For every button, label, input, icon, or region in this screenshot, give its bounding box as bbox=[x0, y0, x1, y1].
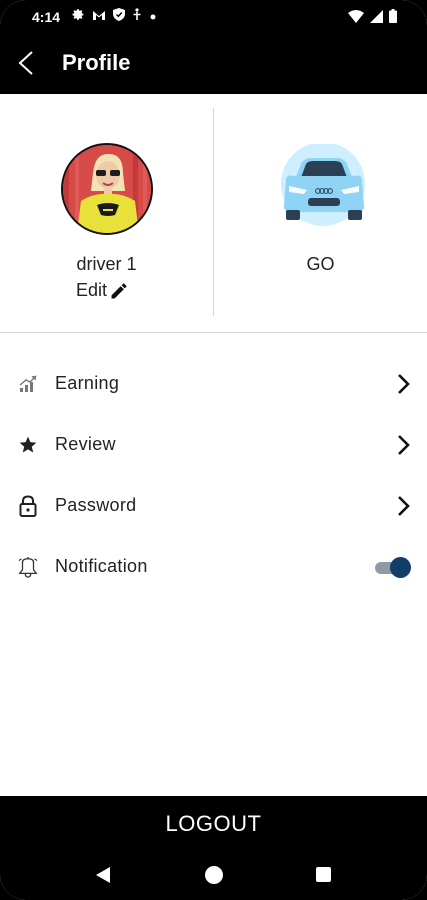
signal-icon bbox=[370, 9, 383, 28]
chevron-right-icon bbox=[398, 434, 410, 455]
lock-icon bbox=[17, 494, 39, 517]
app-header: Profile bbox=[0, 34, 427, 94]
status-bar: 4:14 bbox=[0, 0, 427, 34]
driver-profile: driver 1 Edit bbox=[0, 94, 213, 332]
gear-icon bbox=[72, 8, 85, 26]
menu-item-earning[interactable]: Earning bbox=[0, 353, 427, 414]
menu-item-label: Review bbox=[55, 434, 116, 454]
top-bar: 4:14 Profile bbox=[0, 0, 427, 94]
gmail-icon bbox=[92, 8, 106, 26]
back-arrow-icon bbox=[18, 51, 33, 75]
menu-item-label: Earning bbox=[55, 373, 120, 393]
vehicle-section: GO bbox=[214, 94, 427, 332]
wifi-icon bbox=[348, 9, 364, 28]
vehicle-label: GO bbox=[306, 254, 335, 274]
battery-icon bbox=[389, 9, 397, 28]
status-right-icons bbox=[348, 9, 397, 28]
chevron-right-icon bbox=[398, 495, 410, 516]
dot-icon bbox=[149, 8, 157, 26]
driver-name: driver 1 bbox=[76, 254, 137, 274]
nav-recents-icon[interactable] bbox=[316, 867, 331, 882]
nav-home-icon[interactable] bbox=[205, 866, 223, 884]
bell-icon bbox=[17, 556, 39, 578]
menu-item-label: Password bbox=[55, 495, 137, 515]
toggle-knob bbox=[390, 556, 411, 578]
pencil-icon bbox=[111, 282, 127, 298]
settings-menu: Earning Review Password Notification bbox=[0, 353, 427, 597]
back-button[interactable] bbox=[12, 48, 42, 78]
edit-label: Edit bbox=[76, 280, 108, 300]
page-title: Profile bbox=[62, 50, 131, 75]
shield-icon bbox=[113, 8, 125, 26]
menu-item-review[interactable]: Review bbox=[0, 414, 427, 475]
android-nav-bar bbox=[0, 852, 427, 900]
menu-item-password[interactable]: Password bbox=[0, 475, 427, 536]
phone-screen: 4:14 Profile driver 1 Edit GO Earning Re… bbox=[0, 0, 427, 900]
notification-toggle[interactable] bbox=[375, 556, 411, 578]
edit-profile-button[interactable]: Edit bbox=[76, 280, 129, 301]
status-time: 4:14 bbox=[32, 9, 61, 25]
chart-icon bbox=[17, 373, 39, 395]
menu-item-label: Notification bbox=[55, 556, 148, 576]
status-left-icons bbox=[72, 8, 157, 26]
avatar-photo bbox=[63, 145, 151, 233]
menu-item-notification[interactable]: Notification bbox=[0, 536, 427, 597]
logout-button[interactable]: LOGOUT bbox=[0, 796, 427, 852]
chevron-right-icon bbox=[398, 373, 410, 394]
nav-back-icon[interactable] bbox=[95, 866, 111, 889]
avatar[interactable] bbox=[61, 143, 153, 235]
accessibility-icon bbox=[132, 8, 142, 26]
car-icon[interactable] bbox=[274, 142, 370, 234]
star-icon bbox=[17, 434, 39, 456]
profile-section: driver 1 Edit GO bbox=[0, 94, 427, 333]
